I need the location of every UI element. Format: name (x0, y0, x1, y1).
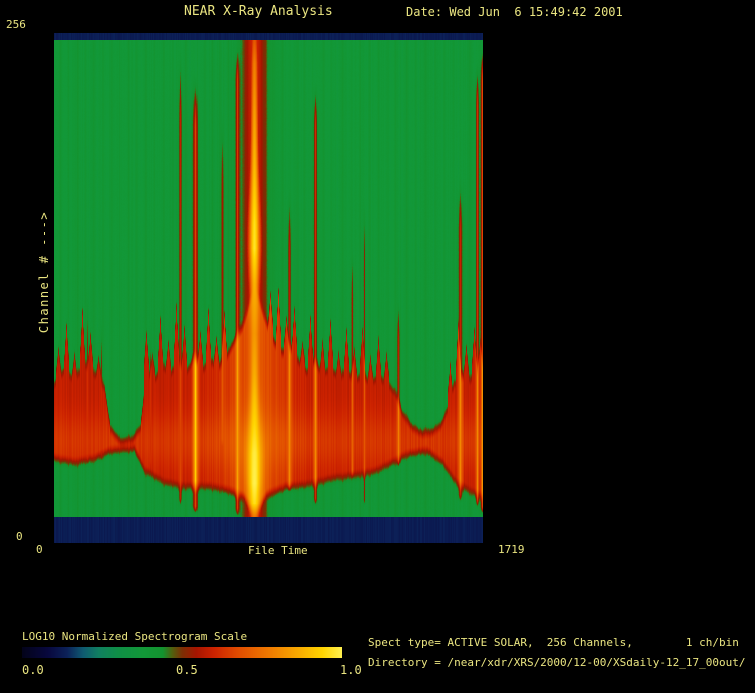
x-axis-title: File Time (248, 545, 308, 556)
y-axis-max-label: 256 (6, 19, 26, 30)
colorbar-tick-max: 1.0 (340, 664, 362, 676)
spectrogram-canvas (54, 33, 483, 543)
colorbar-tick-min: 0.0 (22, 664, 44, 676)
colorbar-tick-mid: 0.5 (176, 664, 198, 676)
spect-type-text: Spect type= ACTIVE SOLAR, 256 Channels, … (368, 637, 739, 648)
y-axis-min-label: 0 (16, 531, 23, 542)
colorbar-title: LOG10 Normalized Spectrogram Scale (22, 631, 247, 642)
directory-text: Directory = /near/xdr/XRS/2000/12-00/XSd… (368, 657, 746, 668)
xray-analysis-window: NEAR X-Ray Analysis Date: Wed Jun 6 15:4… (0, 0, 755, 693)
x-axis-max-label: 1719 (498, 544, 525, 555)
y-axis-title: Channel # ---> (38, 211, 50, 333)
colorbar-gradient (22, 647, 342, 658)
date-label: Date: Wed Jun 6 15:49:42 2001 (406, 6, 623, 18)
x-axis-min-label: 0 (36, 544, 43, 555)
page-title: NEAR X-Ray Analysis (184, 5, 333, 18)
